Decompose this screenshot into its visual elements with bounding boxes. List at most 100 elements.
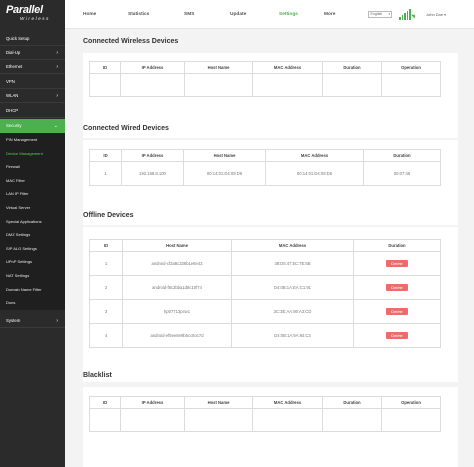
device-mac: 38:D5:47:5C:7E:5B — [231, 251, 354, 276]
chevron-down-icon: ▾ — [388, 12, 390, 16]
column-header: IP Address — [120, 396, 185, 409]
blacklist-table: ID IP Address Host Name MAC Address Dura… — [89, 396, 441, 432]
delete-button[interactable]: Delete — [386, 332, 408, 339]
sidebar-subitem-label: UPnP Settings — [6, 259, 32, 265]
brand-name: Parallel — [6, 4, 43, 16]
sidebar-subitem-firewall[interactable]: Firewall — [0, 160, 65, 174]
table-row: 1 192.168.8.100 00:14:01:D4:09:D6 00:14:… — [89, 161, 441, 186]
tab-sms[interactable]: SMS — [184, 12, 194, 17]
sidebar-subitem-label: Special Applications — [6, 218, 42, 224]
user-menu[interactable]: John Doe▾ — [426, 12, 446, 17]
column-header: Duration — [363, 149, 441, 162]
device-host: android-ef5ee8e9b5cc5oc7d — [122, 323, 232, 348]
sidebar-subitem-label: Domain Name Filter — [6, 286, 42, 292]
sidebar-item-wlan[interactable]: WLAN › — [0, 89, 65, 103]
column-header: MAC Address — [231, 239, 354, 252]
sidebar-subitem-pin-management[interactable]: PIN Management — [0, 133, 65, 147]
device-mac: D4:0B:1A:EA:C1:91 — [231, 275, 354, 300]
tab-update[interactable]: Update — [230, 12, 246, 17]
column-header: ID — [89, 396, 121, 409]
sidebar-subitem-label: PIN Management — [6, 137, 38, 142]
sidebar-subitem-dmz-settings[interactable]: DMZ Settings — [0, 228, 65, 242]
offline-devices-panel: ID Host Name MAC Address Duration 1 andr… — [83, 227, 458, 382]
sidebar-subitem-label: Virtual Server — [6, 205, 31, 210]
brand-subtitle: Wireless — [20, 16, 51, 21]
sidebar-item-label: Quick Setup — [6, 36, 30, 41]
sidebar-item-system[interactable]: System › — [0, 314, 65, 328]
top-navigation-bar: Home Statistics SMS Update Settings More… — [65, 0, 474, 29]
delete-button[interactable]: Delete — [386, 308, 408, 315]
chevron-right-icon: › — [56, 93, 58, 99]
chevron-right-icon: › — [56, 50, 58, 56]
device-host: hp07713pcw1 — [122, 299, 232, 324]
column-header: Host Name — [122, 239, 232, 252]
sidebar-subitem-mac-filter[interactable]: MAC Filter — [0, 173, 65, 188]
table-row: 1 android-cf3a8c336b1e6e43 38:D5:47:5C:7… — [89, 251, 441, 276]
sidebar-subitem-label: MAC Filter — [6, 177, 25, 183]
tab-statistics[interactable]: Statistics — [128, 12, 149, 17]
delete-button[interactable]: Delete — [386, 260, 408, 267]
sidebar-subitem-domain-name-filter[interactable]: Domain Name Filter — [0, 282, 65, 297]
sidebar-subitem-device-management[interactable]: Device Management — [0, 146, 65, 161]
wired-devices-panel: ID IP Address Host Name MAC Address Dura… — [83, 140, 458, 225]
device-host: android-f8c2bba1d8c10f74 — [122, 275, 232, 300]
sidebar-subitem-label: Firewall — [6, 164, 20, 170]
wireless-devices-table: ID IP Address Host Name MAC Address Dura… — [89, 61, 441, 97]
column-header: IP Address — [120, 61, 185, 74]
column-header: Operation — [381, 61, 441, 74]
sidebar-subitem-virtual-server[interactable]: Virtual Server — [0, 201, 65, 215]
chevron-right-icon: › — [56, 64, 58, 70]
offline-devices-table: ID Host Name MAC Address Duration 1 andr… — [89, 239, 441, 348]
sidebar-item-dhcp[interactable]: DHCP — [0, 104, 65, 118]
sidebar-item-quick-setup[interactable]: Quick Setup — [0, 32, 65, 46]
sidebar-item-label: System — [6, 318, 21, 323]
device-action-cell: Delete — [353, 299, 441, 324]
delete-button[interactable]: Delete — [386, 284, 408, 291]
tab-more[interactable]: More — [324, 12, 335, 17]
sidebar-item-label: Security — [6, 123, 22, 128]
sidebar-subitem-sip-alg-settings[interactable]: SIP ALG Settings — [0, 241, 65, 256]
sidebar-subitem-dons[interactable]: Dons — [0, 296, 65, 310]
sidebar-item-vpn[interactable]: VPN — [0, 75, 65, 89]
sidebar-item-ethernet[interactable]: Ethernet › — [0, 60, 65, 74]
column-header: Host Name — [184, 61, 253, 74]
section-title-offline: Offline Devices — [83, 212, 134, 219]
column-header: ID — [89, 149, 122, 162]
table-cell — [120, 408, 185, 432]
tab-settings[interactable]: Settings — [279, 12, 298, 17]
signal-bar — [401, 15, 404, 20]
column-header: MAC Address — [265, 149, 364, 162]
table-cell — [120, 73, 185, 97]
sidebar-item-dial-up[interactable]: Dial-Up › — [0, 46, 65, 60]
column-header: Host Name — [184, 396, 253, 409]
column-header: Duration — [322, 396, 382, 409]
sidebar-item-label: WLAN — [6, 93, 19, 98]
sidebar-subitem-special-applications[interactable]: Special Applications — [0, 214, 65, 229]
table-row: 3 hp07713pcw1 3C:3E:AA:86:A3:CD Delete — [89, 299, 441, 324]
sidebar-subitem-lan-ip-filter[interactable]: LAN IP Filter — [0, 187, 65, 201]
table-cell — [322, 73, 382, 97]
table-cell — [184, 408, 253, 432]
sidebar-item-label: VPN — [6, 79, 15, 84]
table-row: 4 android-ef5ee8e9b5cc5oc7d D4:0B:1A:9A:… — [89, 323, 441, 348]
language-select[interactable]: English ▾ — [368, 11, 392, 18]
sidebar-item-label: Dial-Up — [6, 50, 21, 55]
device-host: android-cf3a8c336b1e6e43 — [122, 251, 232, 276]
sidebar-subitem-label: LAN IP Filter — [6, 191, 29, 197]
column-header: MAC Address — [252, 396, 323, 409]
sidebar-item-security[interactable]: Security ⌄ — [0, 119, 65, 133]
chevron-down-icon: ▾ — [444, 13, 446, 17]
device-mac: 00:14:01:D4:09:D6 — [265, 161, 364, 186]
sidebar-subitem-label: DMZ Settings — [6, 232, 31, 238]
sidebar-subitem-label: SIP ALG Settings — [6, 245, 37, 251]
sidebar-subitem-upnp-settings[interactable]: UPnP Settings — [0, 255, 65, 269]
table-cell — [184, 73, 253, 97]
column-header: ID — [89, 61, 121, 74]
blacklist-panel: ID IP Address Host Name MAC Address Dura… — [83, 387, 458, 467]
user-name: John Doe — [426, 12, 444, 17]
signal-bar — [406, 11, 409, 20]
table-cell — [252, 73, 323, 97]
tab-home[interactable]: Home — [83, 12, 96, 17]
sidebar-subitem-nat-settings[interactable]: NAT Settings — [0, 269, 65, 283]
chevron-right-icon: › — [56, 318, 58, 324]
